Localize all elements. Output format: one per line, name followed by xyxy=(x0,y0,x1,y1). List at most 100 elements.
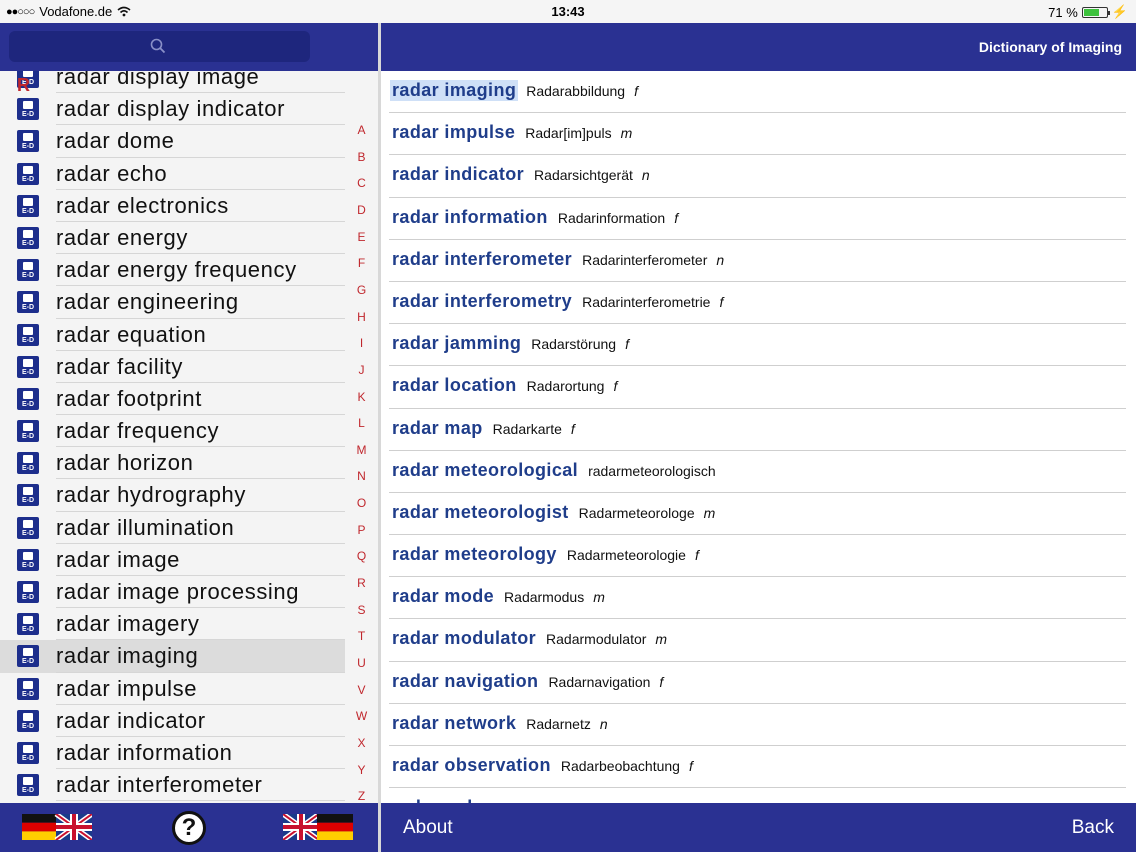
entry-term[interactable]: radar interferometer xyxy=(390,249,574,270)
entry-row[interactable]: radar location Radarortung f xyxy=(381,366,1136,409)
word-list-item[interactable]: E-D radar impulse xyxy=(0,673,345,705)
about-button[interactable]: About xyxy=(403,817,453,839)
word-list-item[interactable]: E-D radar dome xyxy=(0,125,345,158)
index-letter[interactable]: B xyxy=(345,150,378,164)
index-letter[interactable]: P xyxy=(345,523,378,537)
word-list-item[interactable]: E-D radar information xyxy=(0,737,345,770)
entry-translation: Radarnavigation xyxy=(548,673,651,690)
entry-term[interactable]: radar navigation xyxy=(390,671,540,692)
index-letter[interactable]: Q xyxy=(345,549,378,563)
entry-term[interactable]: radar modulator xyxy=(390,628,538,649)
word-list-item[interactable]: E-D radar display indicator xyxy=(0,93,345,126)
entry-row[interactable]: radar jamming Radarstörung f xyxy=(381,324,1136,367)
search-input[interactable] xyxy=(9,31,310,62)
entry-term[interactable]: radar meteorological xyxy=(390,460,580,481)
index-letter[interactable]: S xyxy=(345,603,378,617)
word-list[interactable]: E-D radar display image E-D radar display i… xyxy=(0,71,345,804)
index-letter[interactable]: G xyxy=(345,283,378,297)
alphabet-index[interactable]: ABCDEFGHIJKLMNOPQRSTUVWXYZ xyxy=(345,71,378,804)
entry-term[interactable]: radar impulse xyxy=(390,122,517,143)
entry-term[interactable]: radar observation xyxy=(390,755,553,776)
index-letter[interactable]: U xyxy=(345,656,378,670)
word-list-item[interactable]: E-D radar energy frequency xyxy=(0,254,345,287)
word-list-item[interactable]: E-D radar image processing xyxy=(0,576,345,609)
entry-row[interactable]: radar pulse xyxy=(381,788,1136,803)
word-list-item[interactable]: E-D radar energy xyxy=(0,222,345,255)
index-letter[interactable]: D xyxy=(345,203,378,217)
index-letter[interactable]: W xyxy=(345,709,378,723)
entry-content: radar map Radarkarte f xyxy=(390,418,575,439)
dictionary-entry-icon: E-D xyxy=(17,291,39,314)
entry-term[interactable]: radar imaging xyxy=(390,80,519,101)
word-list-item[interactable]: E-D radar imagery xyxy=(0,608,345,641)
index-letter[interactable]: L xyxy=(345,416,378,430)
entry-row[interactable]: radar meteorologist Radarmeteorologe m xyxy=(381,493,1136,536)
word-list-item[interactable]: E-D radar frequency xyxy=(0,415,345,448)
entry-row[interactable]: radar modulator Radarmodulator m xyxy=(381,619,1136,662)
word-list-item[interactable]: E-D radar display image xyxy=(0,71,345,94)
entry-row[interactable]: radar meteorology Radarmeteorologie f xyxy=(381,535,1136,578)
entry-term[interactable]: radar interferometry xyxy=(390,291,574,312)
entry-content: radar location Radarortung f xyxy=(390,375,617,396)
help-button[interactable]: ? xyxy=(172,811,206,845)
entry-row[interactable]: radar interferometer Radarinterferometer n xyxy=(381,240,1136,282)
index-letter[interactable]: Y xyxy=(345,763,378,777)
word-list-item[interactable]: E-D radar engineering xyxy=(0,286,345,319)
entry-row[interactable]: radar imaging Radarabbildung f xyxy=(381,71,1136,114)
index-letter[interactable]: I xyxy=(345,336,378,350)
index-letter[interactable]: T xyxy=(345,629,378,643)
entry-gender: f xyxy=(613,378,618,395)
entry-row[interactable]: radar map Radarkarte f xyxy=(381,409,1136,451)
index-letter[interactable]: H xyxy=(345,310,378,324)
index-letter[interactable]: M xyxy=(345,443,378,457)
index-letter[interactable]: J xyxy=(345,363,378,377)
word-list-item[interactable]: E-D radar imaging xyxy=(0,640,345,673)
index-letter[interactable]: N xyxy=(345,469,378,483)
index-letter[interactable]: K xyxy=(345,390,378,404)
entry-term[interactable]: radar location xyxy=(390,375,519,396)
index-letter[interactable]: R xyxy=(345,576,378,590)
entry-row[interactable]: radar interferometry Radarinterferometrie… xyxy=(381,282,1136,325)
entry-row[interactable]: radar navigation Radarnavigation f xyxy=(381,662,1136,704)
word-list-item[interactable]: E-D radar echo xyxy=(0,158,345,190)
entry-term[interactable]: radar information xyxy=(390,207,550,228)
entry-term[interactable]: radar meteorologist xyxy=(390,502,571,523)
entry-row[interactable]: radar meteorological radarmeteorologisch xyxy=(381,451,1136,493)
word-list-item[interactable]: E-D radar electronics xyxy=(0,190,345,222)
index-letter[interactable]: Z xyxy=(345,789,378,803)
word-list-item[interactable]: E-D radar equation xyxy=(0,319,345,351)
entry-content: radar meteorological radarmeteorologisch xyxy=(390,460,725,481)
back-button[interactable]: Back xyxy=(1072,817,1114,839)
entry-row[interactable]: radar observation Radarbeobachtung f xyxy=(381,746,1136,789)
word-list-item[interactable]: E-D radar horizon xyxy=(0,447,345,480)
word-list-item[interactable]: E-D radar footprint xyxy=(0,383,345,416)
entry-row[interactable]: radar mode Radarmodus m xyxy=(381,577,1136,620)
word-list-item[interactable]: E-D radar hydrography xyxy=(0,479,345,512)
entry-row[interactable]: radar impulse Radar[im]puls m xyxy=(381,113,1136,156)
word-list-item[interactable]: E-D radar indicator xyxy=(0,705,345,737)
word-list-item[interactable]: E-D radar image xyxy=(0,544,345,576)
index-letter[interactable]: A xyxy=(345,123,378,137)
entry-term[interactable]: radar jamming xyxy=(390,333,523,354)
index-letter[interactable]: C xyxy=(345,176,378,190)
dictionary-entry-icon: E-D xyxy=(17,677,39,700)
english-to-german-flag-icon[interactable] xyxy=(283,814,353,840)
word-list-item[interactable]: E-D radar facility xyxy=(0,351,345,383)
word-list-item[interactable]: E-D radar illumination xyxy=(0,512,345,544)
index-letter[interactable]: F xyxy=(345,256,378,270)
entry-row[interactable]: radar network Radarnetz n xyxy=(381,704,1136,746)
index-letter[interactable]: O xyxy=(345,496,378,510)
index-letter[interactable]: V xyxy=(345,683,378,697)
index-letter[interactable]: X xyxy=(345,736,378,750)
entry-row[interactable]: radar information Radarinformation f xyxy=(381,198,1136,240)
entry-list[interactable]: radar imaging Radarabbildung f radar impuls… xyxy=(381,71,1136,803)
entry-term[interactable]: radar indicator xyxy=(390,164,526,185)
entry-term[interactable]: radar map xyxy=(390,418,485,439)
index-letter[interactable]: E xyxy=(345,230,378,244)
entry-term[interactable]: radar network xyxy=(390,713,518,734)
entry-row[interactable]: radar indicator Radarsichtgerät n xyxy=(381,155,1136,198)
entry-term[interactable]: radar meteorology xyxy=(390,544,559,565)
word-list-item[interactable]: E-D radar interferometer xyxy=(0,769,345,802)
entry-term[interactable]: radar mode xyxy=(390,586,496,607)
german-to-english-flag-icon[interactable] xyxy=(22,814,92,840)
